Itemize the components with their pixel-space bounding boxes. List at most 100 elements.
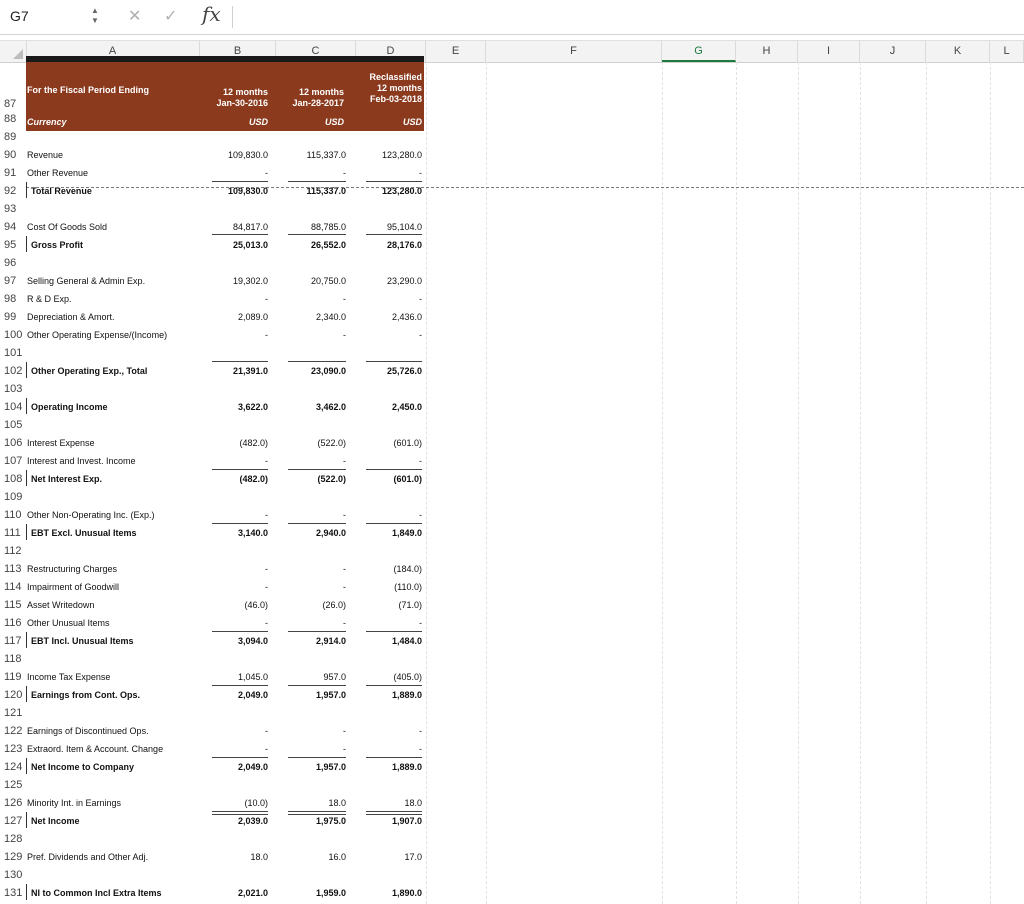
value-cell[interactable]: 18.0 [276, 794, 346, 812]
value-cell[interactable]: 1,957.0 [276, 686, 346, 704]
row-label[interactable]: Interest and Invest. Income [27, 452, 136, 470]
value-cell[interactable]: 115,337.0 [276, 182, 346, 200]
value-cell[interactable]: 1,484.0 [356, 632, 422, 650]
value-cell[interactable]: - [200, 740, 268, 758]
value-cell[interactable]: 3,094.0 [200, 632, 268, 650]
column-header-e[interactable]: E [426, 41, 486, 62]
value-cell[interactable]: 18.0 [200, 848, 268, 866]
value-cell[interactable]: 23,090.0 [276, 362, 346, 380]
value-cell[interactable]: 115,337.0 [276, 146, 346, 164]
row-header[interactable]: 116 [4, 614, 26, 632]
row-header[interactable]: 120 [4, 686, 26, 704]
value-cell[interactable]: 2,940.0 [276, 524, 346, 542]
row-label[interactable]: Pref. Dividends and Other Adj. [27, 848, 148, 866]
row-header[interactable]: 121 [4, 704, 26, 722]
row-header[interactable]: 105 [4, 416, 26, 434]
row-header[interactable]: 127 [4, 812, 26, 830]
row-header[interactable]: 100 [4, 326, 26, 344]
row-label[interactable]: Revenue [27, 146, 63, 164]
row-label[interactable]: Net Income [31, 812, 80, 830]
column-header-l[interactable]: L [990, 41, 1024, 62]
column-header-j[interactable]: J [860, 41, 926, 62]
row-header[interactable]: 114 [4, 578, 26, 596]
value-cell[interactable]: 123,280.0 [356, 146, 422, 164]
value-cell[interactable]: 1,849.0 [356, 524, 422, 542]
value-cell[interactable]: (522.0) [276, 434, 346, 452]
value-cell[interactable]: - [356, 614, 422, 632]
value-cell[interactable]: 19,302.0 [200, 272, 268, 290]
row-label[interactable]: Earnings from Cont. Ops. [31, 686, 140, 704]
value-cell[interactable]: - [356, 290, 422, 308]
column-header-h[interactable]: H [736, 41, 798, 62]
row-header[interactable]: 94 [4, 218, 26, 236]
row-label[interactable]: Cost Of Goods Sold [27, 218, 107, 236]
row-header[interactable]: 102 [4, 362, 26, 380]
row-label[interactable]: Income Tax Expense [27, 668, 110, 686]
row-header[interactable]: 126 [4, 794, 26, 812]
value-cell[interactable]: (110.0) [356, 578, 422, 596]
value-cell[interactable]: - [276, 164, 346, 182]
row-header[interactable]: 131 [4, 884, 26, 902]
row-header[interactable]: 98 [4, 290, 26, 308]
row-label[interactable]: Other Operating Exp., Total [31, 362, 147, 380]
value-cell[interactable]: - [200, 164, 268, 182]
row-header[interactable]: 115 [4, 596, 26, 614]
row-header[interactable]: 119 [4, 668, 26, 686]
row-label[interactable]: R & D Exp. [27, 290, 72, 308]
value-cell[interactable]: 1,890.0 [356, 884, 422, 902]
value-cell[interactable]: - [200, 560, 268, 578]
value-cell[interactable]: 2,089.0 [200, 308, 268, 326]
value-cell[interactable]: (601.0) [356, 434, 422, 452]
value-cell[interactable]: (26.0) [276, 596, 346, 614]
row-label[interactable]: Other Revenue [27, 164, 88, 182]
row-label[interactable]: Selling General & Admin Exp. [27, 272, 145, 290]
value-cell[interactable]: 2,914.0 [276, 632, 346, 650]
value-cell[interactable]: 123,280.0 [356, 182, 422, 200]
row-header[interactable]: 91 [4, 164, 26, 182]
value-cell[interactable]: 3,140.0 [200, 524, 268, 542]
spreadsheet-grid[interactable]: For the Fiscal Period Ending Currency 12… [0, 56, 1024, 904]
value-cell[interactable]: - [356, 452, 422, 470]
value-cell[interactable]: (46.0) [200, 596, 268, 614]
value-cell[interactable]: 109,830.0 [200, 146, 268, 164]
value-cell[interactable]: 28,176.0 [356, 236, 422, 254]
row-header[interactable]: 96 [4, 254, 26, 272]
row-header[interactable]: 103 [4, 380, 26, 398]
value-cell[interactable]: 957.0 [276, 668, 346, 686]
value-cell[interactable]: - [200, 722, 268, 740]
value-cell[interactable]: 18.0 [356, 794, 422, 812]
cancel-icon[interactable]: ✕ [128, 6, 141, 26]
row-header[interactable]: 93 [4, 200, 26, 218]
value-cell[interactable]: 3,462.0 [276, 398, 346, 416]
value-cell[interactable]: 2,049.0 [200, 686, 268, 704]
row-label[interactable]: Depreciation & Amort. [27, 308, 115, 326]
value-cell[interactable]: 20,750.0 [276, 272, 346, 290]
row-header[interactable]: 117 [4, 632, 26, 650]
value-cell[interactable]: (10.0) [200, 794, 268, 812]
chevron-down-icon[interactable]: ▼ [88, 16, 102, 26]
value-cell[interactable]: 17.0 [356, 848, 422, 866]
value-cell[interactable]: (522.0) [276, 470, 346, 488]
row-header[interactable]: 104 [4, 398, 26, 416]
value-cell[interactable]: - [356, 722, 422, 740]
column-header-i[interactable]: I [798, 41, 860, 62]
column-header-g[interactable]: G [662, 41, 736, 62]
value-cell[interactable]: 26,552.0 [276, 236, 346, 254]
row-header[interactable]: 95 [4, 236, 26, 254]
row-header[interactable]: 109 [4, 488, 26, 506]
value-cell[interactable]: - [276, 614, 346, 632]
formula-input[interactable] [238, 6, 1008, 28]
value-cell[interactable]: - [200, 578, 268, 596]
row-header[interactable]: 108 [4, 470, 26, 488]
value-cell[interactable]: 2,340.0 [276, 308, 346, 326]
row-header[interactable]: 88 [4, 110, 26, 128]
row-label[interactable]: EBT Excl. Unusual Items [31, 524, 137, 542]
row-label[interactable]: Other Operating Expense/(Income) [27, 326, 167, 344]
value-cell[interactable]: - [276, 506, 346, 524]
row-label[interactable]: EBT Incl. Unusual Items [31, 632, 134, 650]
value-cell[interactable]: (71.0) [356, 596, 422, 614]
value-cell[interactable]: 1,045.0 [200, 668, 268, 686]
value-cell[interactable]: 2,021.0 [200, 884, 268, 902]
value-cell[interactable]: 25,013.0 [200, 236, 268, 254]
value-cell[interactable]: - [276, 740, 346, 758]
